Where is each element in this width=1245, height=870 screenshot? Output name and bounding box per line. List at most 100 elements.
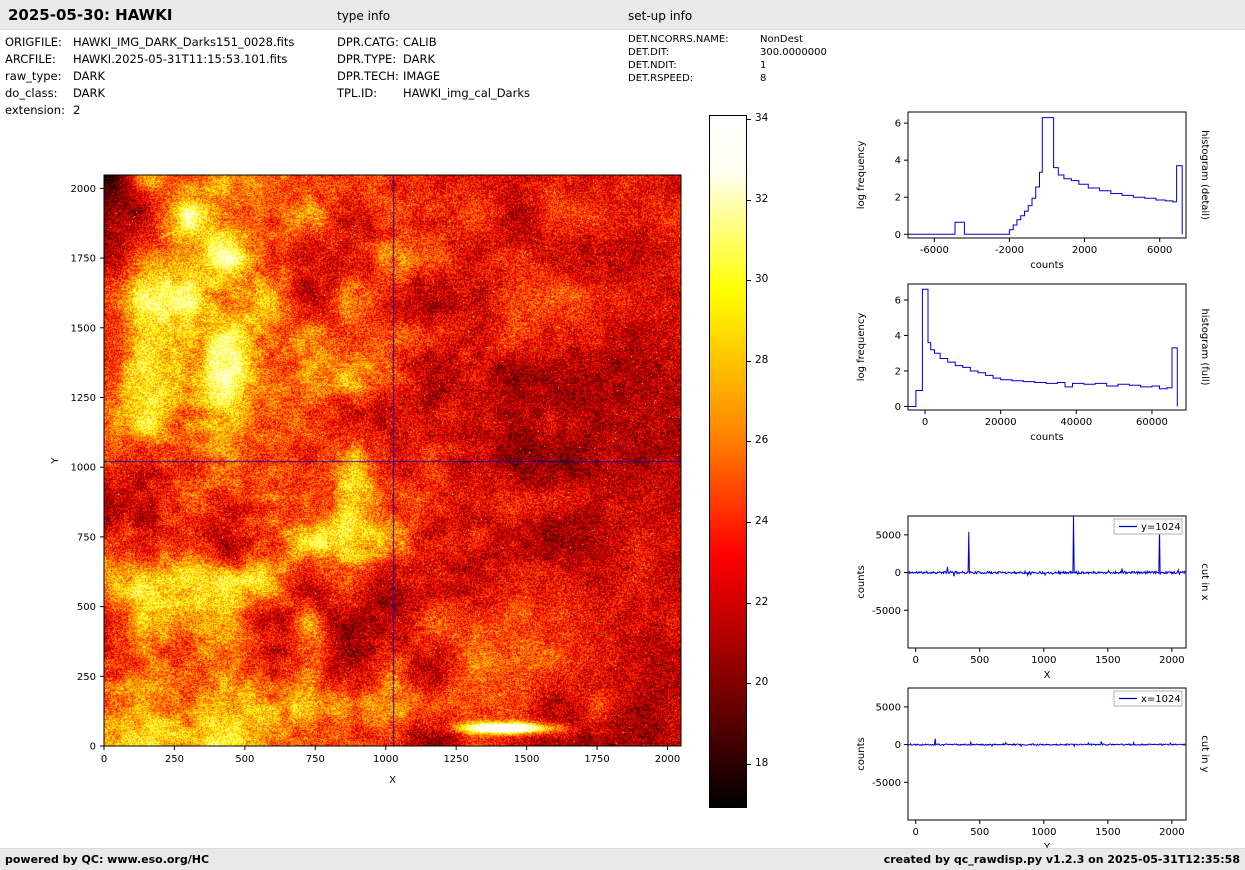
x-tick-label: 0: [912, 827, 918, 838]
field-value: HAWKI_IMG_DARK_Darks151_0028.fits: [73, 35, 295, 49]
series-path: [907, 738, 1187, 748]
field-value: 1: [760, 60, 767, 71]
info-row: DPR.TECH: IMAGE: [337, 68, 530, 85]
field-label: do_class:: [5, 86, 58, 100]
x-tick-label: 0: [922, 417, 928, 428]
field-value: 8: [760, 73, 767, 84]
field-label: DPR.TYPE:: [337, 52, 397, 66]
x-axis-label: counts: [1030, 260, 1063, 271]
cut-in-y-chart: 0500100015002000-500005000Ycountscut in …: [848, 678, 1220, 860]
type-info-block: DPR.CATG: CALIB DPR.TYPE: DARK DPR.TECH: IM…: [337, 34, 530, 102]
right-axis-label: histogram (full): [1199, 308, 1210, 385]
colorbar-tick-label: 20: [755, 676, 769, 688]
info-row: DET.RSPEED: 8: [628, 72, 827, 85]
cut_in_x-plot: 0 500 1000 1500 2000-500005000Xcounts cut in …: [856, 515, 1210, 681]
field-value: HAWKI_img_cal_Darks: [403, 86, 530, 100]
x-tick-label: 1000: [373, 754, 398, 765]
x-tick-label: 750: [306, 754, 325, 765]
file-info-block: ORIGFILE: HAWKI_IMG_DARK_Darks151_0028.fi…: [5, 34, 294, 119]
histogram-full-chart: 0 20000 40000 60000 0 2 4 6 counts log frequency h…: [848, 274, 1220, 446]
x-tick-label: 1500: [1095, 655, 1120, 666]
field-value: DARK: [403, 52, 436, 66]
x-tick-label: 250: [165, 754, 184, 765]
colorbar-tick: [747, 764, 751, 765]
right-axis-label: cut in x: [1199, 563, 1210, 600]
x-tick-label: 1500: [1095, 827, 1120, 838]
field-value: HAWKI.2025-05-31T11:15:53.101.fits: [73, 52, 288, 66]
x-tick-label: 2000: [655, 754, 680, 765]
y-axis-label: log frequency: [856, 141, 867, 210]
footer-right-text: created by qc_rawdisp.py v1.2.3 on 2025-…: [883, 853, 1240, 866]
colorbar-tick: [747, 361, 751, 362]
colorbar-tick: [747, 200, 751, 201]
y-tick-label: 0: [895, 402, 901, 413]
y-tick-label: 2: [895, 366, 901, 377]
right-axis-label: histogram (detail): [1199, 130, 1210, 220]
plot-frame: [907, 111, 1187, 239]
y-tick-label: 1250: [71, 393, 96, 404]
x-tick-label: 60000: [1136, 417, 1168, 428]
field-value: IMAGE: [403, 69, 441, 83]
y-tick-label: 0: [895, 568, 901, 579]
field-value: 2: [73, 103, 81, 117]
y-tick-label: 0: [90, 742, 96, 753]
info-row: DET.DIT: 300.0000000: [628, 46, 827, 59]
x-tick-label: 2000: [1159, 655, 1184, 666]
x-tick-label: 6000: [1147, 245, 1172, 256]
x-tick-label: 1250: [443, 754, 468, 765]
y-tick-label: 250: [77, 672, 96, 683]
field-value: 300.0000000: [760, 47, 827, 58]
y-tick-label: 4: [895, 156, 901, 167]
field-label: DET.NCORRS.NAME:: [628, 34, 729, 45]
y-tick-label: 1500: [71, 323, 96, 334]
colorbar-tick: [747, 119, 751, 120]
y-tick-label: -5000: [872, 778, 901, 789]
y-tick-label: 5000: [876, 530, 901, 541]
y-tick-label: 0: [895, 740, 901, 751]
y-tick-label: 750: [77, 532, 96, 543]
y-tick-label: 1750: [71, 254, 96, 265]
x-tick-label: 1000: [1031, 827, 1056, 838]
plot-frame: [907, 283, 1187, 411]
colorbar-tick-label: 30: [755, 273, 769, 285]
footer-left-text: powered by QC: www.eso.org/HC: [5, 853, 210, 866]
x-axis-label: X: [389, 775, 396, 786]
legend-label: x=1024: [1141, 694, 1181, 705]
info-row: extension: 2: [5, 102, 294, 119]
x-tick-label: 2000: [1072, 245, 1097, 256]
field-label: DET.NDIT:: [628, 60, 677, 71]
y-axis-label: counts: [856, 565, 867, 598]
y-tick-label: 6: [895, 119, 901, 130]
colorbar-tick: [747, 603, 751, 604]
x-axis-label: counts: [1030, 432, 1063, 443]
field-label: DPR.CATG:: [337, 35, 399, 49]
histogram_full-plot: 0 20000 40000 60000 0 2 4 6 counts log frequency h…: [856, 283, 1210, 443]
colorbar-tick: [747, 683, 751, 684]
setup-info-section-label: set-up info: [628, 9, 693, 23]
field-value: CALIB: [403, 35, 437, 49]
info-row: DET.NDIT: 1: [628, 59, 827, 72]
info-row: do_class: DARK: [5, 85, 294, 102]
colorbar: 18 20 22 24 26 28 30 32 34: [709, 112, 773, 808]
info-row: ORIGFILE: HAWKI_IMG_DARK_Darks151_0028.fi…: [5, 34, 294, 51]
field-label: ORIGFILE:: [5, 35, 62, 49]
x-tick-label: 0: [101, 754, 107, 765]
colorbar-tick-label: 22: [755, 596, 769, 608]
y-axis-label: Y: [50, 457, 61, 465]
y-tick-label: -5000: [872, 606, 901, 617]
y-tick-label: 2000: [71, 184, 96, 195]
x-tick-label: 40000: [1060, 417, 1092, 428]
colorbar-tick-label: 28: [755, 354, 769, 366]
colorbar-tick: [747, 441, 751, 442]
colorbar-tick-label: 18: [755, 757, 769, 769]
colorbar-tick: [747, 280, 751, 281]
y-tick-label: 5000: [876, 702, 901, 713]
field-value: NonDest: [760, 34, 803, 45]
cut-in-x-chart: 0 500 1000 1500 2000 -5000 0 5000 Xcounts cut in …: [848, 506, 1220, 688]
field-label: DPR.TECH:: [337, 69, 399, 83]
field-label: TPL.ID:: [337, 86, 378, 100]
type-info-section-label: type info: [337, 9, 391, 23]
histogram-detail-chart: -6000 -2000 2000 6000 0 2 4 6 counts log frequenc…: [848, 102, 1220, 274]
info-row: raw_type: DARK: [5, 68, 294, 85]
main-image-axes: 0 250 500 750 1000 1250 1500 1750 2000 0 250 500 750…: [50, 174, 682, 786]
